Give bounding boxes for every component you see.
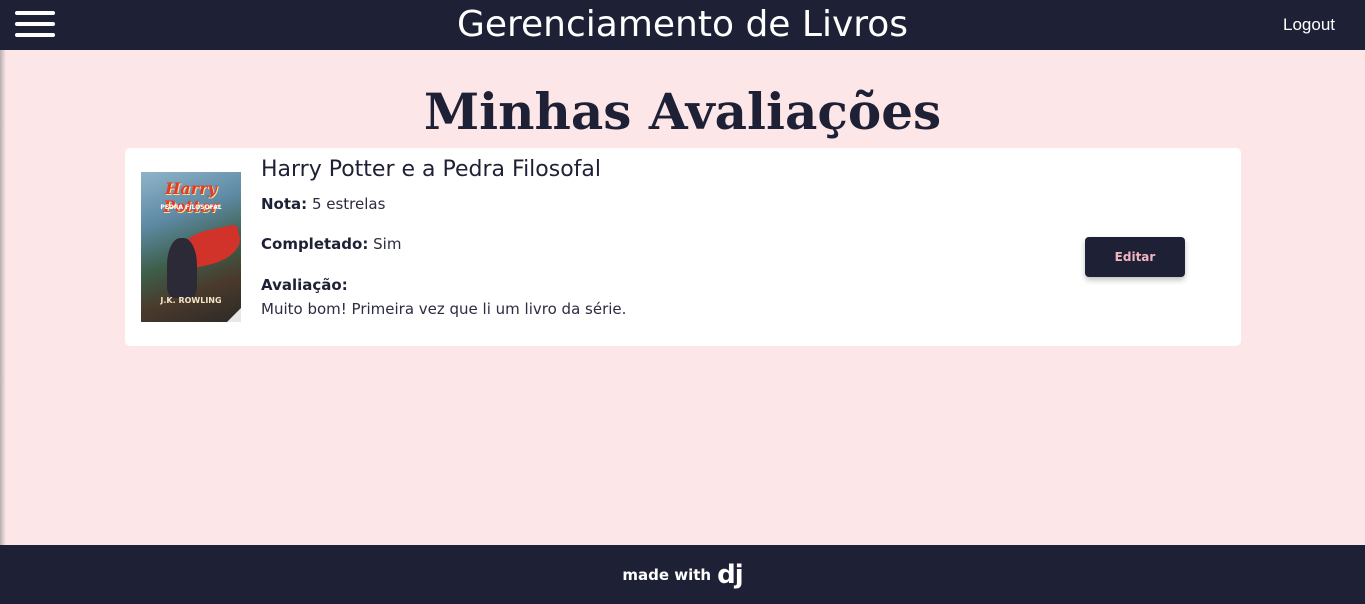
app-title: Gerenciamento de Livros [456, 4, 909, 45]
rating-value: 5 estrelas [311, 195, 386, 213]
rating-label: Nota: [261, 195, 308, 213]
menu-bar [15, 11, 55, 15]
cover-figure-shape [167, 238, 197, 298]
review-label: Avaliação: [261, 276, 348, 294]
cover-subtitle: PEDRA FILOSOFAL [160, 204, 222, 211]
book-title: Harry Potter e a Pedra Filosofal [261, 157, 602, 182]
footer: made with dj [0, 545, 1365, 604]
completed-value: Sim [373, 235, 402, 253]
review-text: Muito bom! Primeira vez que li um livro … [261, 300, 627, 318]
cover-author: J.K. ROWLING [160, 296, 222, 305]
book-cover-image: Harry Potter PEDRA FILOSOFAL J.K. ROWLIN… [141, 172, 241, 322]
completed-field: Completado: Sim [261, 234, 401, 254]
top-navbar: Gerenciamento de Livros Logout [0, 0, 1365, 50]
menu-bar [15, 33, 55, 37]
menu-bar [15, 22, 55, 26]
logout-link[interactable]: Logout [1283, 0, 1335, 50]
review-card: Harry Potter PEDRA FILOSOFAL J.K. ROWLIN… [125, 148, 1241, 346]
cover-page-corner [227, 308, 241, 322]
review-label-field: Avaliação: [261, 275, 348, 295]
page-title: Minhas Avaliações [423, 82, 942, 141]
completed-label: Completado: [261, 235, 369, 253]
django-logo[interactable]: dj [717, 560, 744, 590]
rating-field: Nota: 5 estrelas [261, 194, 385, 214]
footer-content: made with dj [0, 545, 1365, 604]
edit-button[interactable]: Editar [1085, 237, 1185, 277]
hamburger-menu-icon[interactable] [15, 10, 55, 39]
made-with-text: made with [622, 565, 712, 584]
